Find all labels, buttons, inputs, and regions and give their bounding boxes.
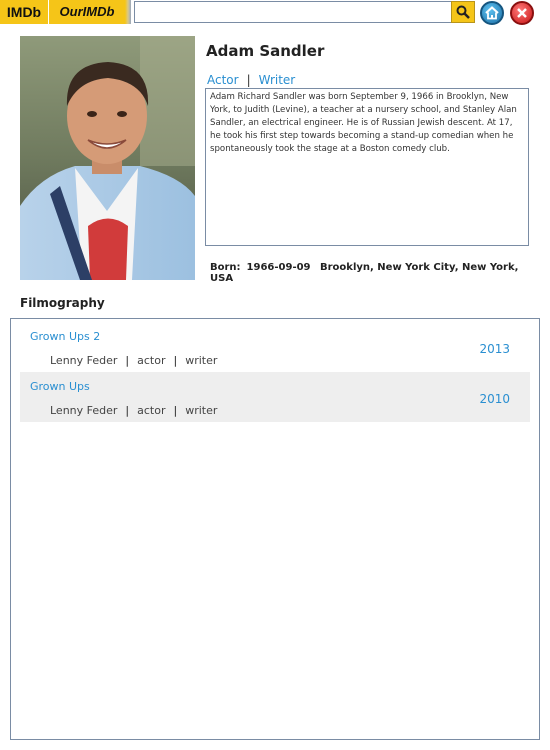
film-character: Lenny Feder	[50, 354, 118, 367]
biography-text[interactable]: Adam Richard Sandler was born September …	[205, 88, 529, 246]
home-icon	[485, 6, 499, 20]
film-credits: Lenny Feder | actor | writer	[50, 404, 217, 417]
ourimdb-logo[interactable]: OurIMDb	[49, 0, 125, 24]
film-list-item[interactable]: Grown Ups 2 Lenny Feder | actor | writer 201…	[20, 322, 530, 372]
imdb-logo[interactable]: IMDb	[0, 0, 48, 24]
filmography-heading: Filmography	[20, 296, 105, 310]
credit-separator: |	[125, 404, 130, 417]
top-bar: IMDb OurIMDb	[0, 0, 550, 26]
person-name: Adam Sandler	[206, 42, 325, 60]
film-role-actor: actor	[137, 404, 166, 417]
born-label: Born:	[210, 262, 241, 273]
film-role-actor: actor	[137, 354, 166, 367]
toolbar-grip[interactable]	[125, 0, 131, 24]
close-button[interactable]	[510, 1, 534, 25]
film-credits: Lenny Feder | actor | writer	[50, 354, 217, 367]
film-role-writer: writer	[185, 354, 218, 367]
role-link-writer[interactable]: Writer	[259, 73, 296, 87]
film-list-item[interactable]: Grown Ups Lenny Feder | actor | writer 2010	[20, 372, 530, 422]
born-info: Born: 1966-09-09 Brooklyn, New York City,…	[210, 262, 550, 284]
credit-separator: |	[173, 354, 178, 367]
born-date: 1966-09-09	[246, 262, 311, 273]
film-year: 2013	[479, 342, 510, 356]
search-button[interactable]	[451, 1, 475, 23]
film-title[interactable]: Grown Ups	[30, 380, 90, 393]
role-link-actor[interactable]: Actor	[207, 73, 239, 87]
home-button[interactable]	[480, 1, 504, 25]
film-character: Lenny Feder	[50, 404, 118, 417]
role-separator: |	[246, 73, 251, 87]
credit-separator: |	[173, 404, 178, 417]
film-title[interactable]: Grown Ups 2	[30, 330, 100, 343]
search-input[interactable]	[134, 1, 458, 23]
film-year: 2010	[479, 392, 510, 406]
search-icon	[456, 5, 470, 19]
film-role-writer: writer	[185, 404, 218, 417]
person-roles: Actor | Writer	[207, 73, 295, 87]
profile-photo	[20, 36, 195, 280]
credit-separator: |	[125, 354, 130, 367]
close-icon	[517, 8, 527, 18]
filmography-list[interactable]: Grown Ups 2 Lenny Feder | actor | writer 201…	[10, 318, 540, 740]
